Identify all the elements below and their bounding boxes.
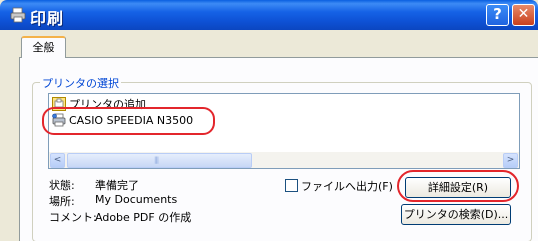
status-value: 準備完了 (95, 179, 139, 192)
scroll-thumb[interactable] (67, 153, 252, 168)
print-dialog: 印刷 ? ✕ 全般 プリンタの選択 プリンタの追加 CASIO SPEEDIA … (0, 0, 538, 241)
location-value: My Documents (95, 193, 178, 206)
list-item-label: プリンタの追加 (69, 98, 146, 111)
comment-value: Adobe PDF の作成 (95, 211, 192, 224)
close-button[interactable]: ✕ (512, 4, 535, 26)
print-to-file-checkbox[interactable] (285, 179, 298, 192)
title-bar[interactable]: 印刷 ? ✕ (0, 0, 538, 30)
tab-general[interactable]: 全般 (21, 36, 66, 58)
find-printer-button[interactable]: プリンタの検索(D)... (401, 204, 511, 225)
print-to-file-label[interactable]: ファイルへ出力(F) (301, 178, 393, 194)
printer-icon (52, 113, 66, 127)
scroll-left-button[interactable]: < (50, 153, 65, 168)
location-label: 場所: (49, 195, 75, 208)
details-button[interactable]: 詳細設定(R) (405, 177, 511, 198)
printer-select-legend: プリンタの選択 (40, 75, 121, 91)
comment-label: コメント: (49, 211, 97, 224)
add-printer-icon (52, 97, 66, 111)
status-label: 状態: (49, 179, 75, 192)
scroll-right-button[interactable]: > (503, 153, 518, 168)
window-title: 印刷 (30, 9, 65, 28)
horizontal-scrollbar[interactable]: < > (48, 152, 520, 169)
list-item-label: CASIO SPEEDIA N3500 (69, 114, 194, 127)
help-button[interactable]: ? (486, 4, 509, 26)
printer-title-icon (10, 7, 26, 23)
